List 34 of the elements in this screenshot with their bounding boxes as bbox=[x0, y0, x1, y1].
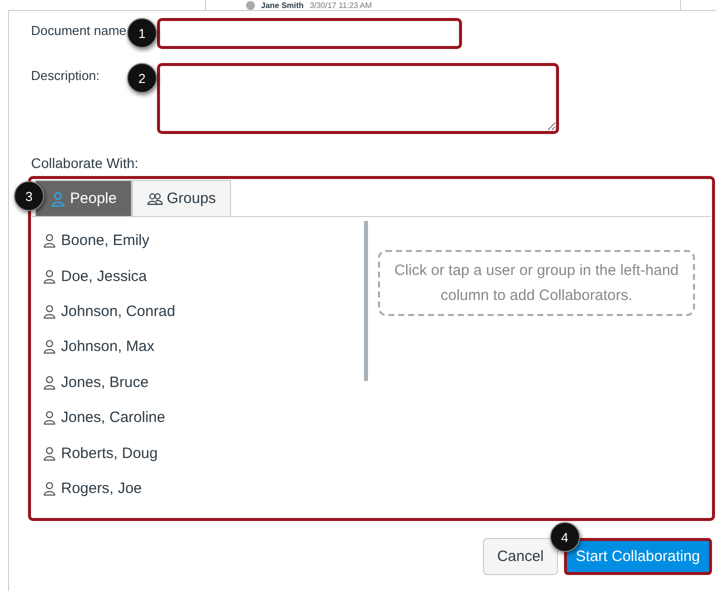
person-list-item[interactable]: Rogers, Joe bbox=[32, 470, 364, 506]
person-icon bbox=[42, 374, 57, 390]
drop-hint: Click or tap a user or group in the left-hand column to add Collaborators. bbox=[378, 250, 695, 316]
person-icon bbox=[50, 190, 66, 206]
callout-badge: 2 bbox=[127, 63, 157, 93]
callout-badge: 3 bbox=[14, 181, 44, 211]
person-list-item[interactable]: Johnson, Max bbox=[32, 329, 364, 365]
description-field[interactable] bbox=[157, 63, 559, 134]
section-label: Collaborate With: bbox=[31, 155, 140, 171]
person-list-item[interactable]: Johnson, Conrad bbox=[32, 294, 364, 330]
callout-badge: 4 bbox=[550, 522, 580, 552]
person-icon bbox=[42, 304, 57, 319]
person-icon bbox=[42, 410, 57, 426]
person-list-item[interactable]: Roberts, Doug bbox=[32, 435, 364, 471]
cancel-button[interactable]: Cancel bbox=[483, 538, 558, 575]
timestamp: 3/30/17 11:23 AM bbox=[310, 0, 372, 10]
person-list-item[interactable]: Jones, Caroline bbox=[32, 400, 364, 436]
person-list-item[interactable]: Boone, Emily bbox=[32, 223, 364, 258]
field-label: Description: bbox=[31, 67, 101, 83]
tab[interactable]: Groups bbox=[132, 180, 231, 216]
callout-badge: 1 bbox=[127, 18, 157, 48]
document-name-field[interactable] bbox=[157, 18, 462, 49]
person-icon bbox=[42, 480, 57, 496]
author-name: Jane Smith bbox=[261, 0, 304, 10]
person-icon bbox=[42, 339, 57, 354]
field-label: Document name bbox=[31, 22, 127, 38]
person-list-item[interactable]: Doe, Jessica bbox=[32, 258, 364, 294]
person-icon bbox=[42, 268, 57, 284]
person-icon bbox=[42, 233, 57, 248]
group-icon bbox=[146, 190, 163, 206]
person-icon bbox=[42, 446, 57, 461]
person-list-item[interactable]: Jones, Bruce bbox=[32, 364, 364, 400]
avatar-icon bbox=[246, 0, 255, 10]
tab[interactable]: People bbox=[35, 180, 132, 216]
